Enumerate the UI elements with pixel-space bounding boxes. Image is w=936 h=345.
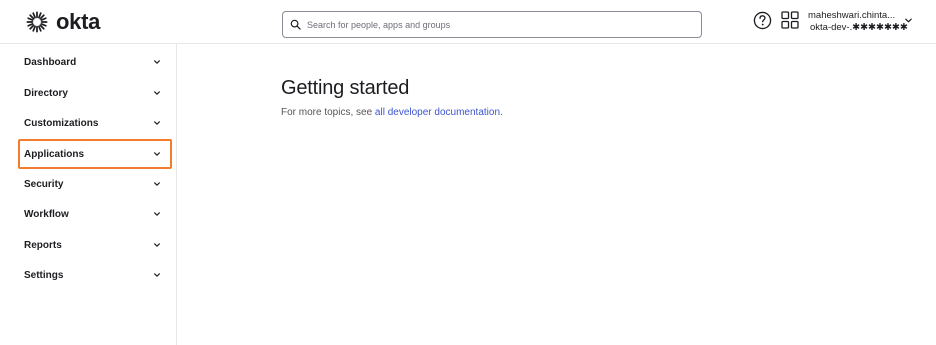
sidebar-item-dashboard[interactable]: Dashboard <box>18 47 172 77</box>
user-name: maheshwari.chinta... <box>808 10 896 21</box>
sidebar-nav: Dashboard Directory Customizations Appli… <box>0 44 177 345</box>
sidebar-item-label: Directory <box>24 87 68 99</box>
top-header: okta maheshwari.chinta... okta-dev-.✱✱✱✱… <box>0 0 936 44</box>
chevron-down-icon <box>154 91 160 95</box>
sidebar-item-label: Settings <box>24 269 64 281</box>
sidebar-item-security[interactable]: Security <box>18 169 172 199</box>
search-icon <box>290 19 301 30</box>
grid-icon[interactable] <box>781 11 799 29</box>
sidebar-item-label: Workflow <box>24 208 69 220</box>
user-menu[interactable]: maheshwari.chinta... okta-dev-.✱✱✱✱✱✱✱ <box>808 7 918 37</box>
chevron-down-icon <box>154 243 160 247</box>
user-org: okta-dev-.✱✱✱✱✱✱✱ <box>810 22 908 33</box>
page-subtitle: For more topics, see all developer docum… <box>281 107 503 118</box>
sidebar-item-settings[interactable]: Settings <box>18 260 172 290</box>
sidebar-item-workflow[interactable]: Workflow <box>18 199 172 229</box>
okta-sunburst-icon <box>26 11 48 33</box>
page-title: Getting started <box>281 77 410 99</box>
chevron-down-icon <box>154 152 160 156</box>
sidebar-item-label: Applications <box>24 148 85 160</box>
chevron-down-icon <box>154 212 160 216</box>
sidebar-item-label: Security <box>24 178 64 190</box>
chevron-down-icon <box>154 121 160 125</box>
sidebar-item-customizations[interactable]: Customizations <box>18 108 172 138</box>
question-circle-icon[interactable] <box>753 11 772 30</box>
sidebar-item-applications[interactable]: Applications <box>18 139 172 169</box>
chevron-down-icon <box>154 60 160 64</box>
search-input[interactable] <box>307 19 687 30</box>
sidebar-item-label: Dashboard <box>24 56 77 68</box>
global-search[interactable] <box>282 11 702 38</box>
sidebar-item-label: Customizations <box>24 117 99 129</box>
okta-logo[interactable]: okta <box>26 10 100 34</box>
sidebar-item-directory[interactable]: Directory <box>18 78 172 108</box>
developer-docs-link[interactable]: all developer documentation <box>375 107 500 118</box>
subtitle-period: . <box>500 107 503 118</box>
chevron-down-icon <box>154 182 160 186</box>
subtitle-text: For more topics, see <box>281 107 375 118</box>
chevron-down-icon <box>154 273 160 277</box>
sidebar-item-reports[interactable]: Reports <box>18 230 172 260</box>
brand-name: okta <box>56 9 101 34</box>
sidebar-item-label: Reports <box>24 239 62 251</box>
chevron-down-icon <box>905 18 912 23</box>
